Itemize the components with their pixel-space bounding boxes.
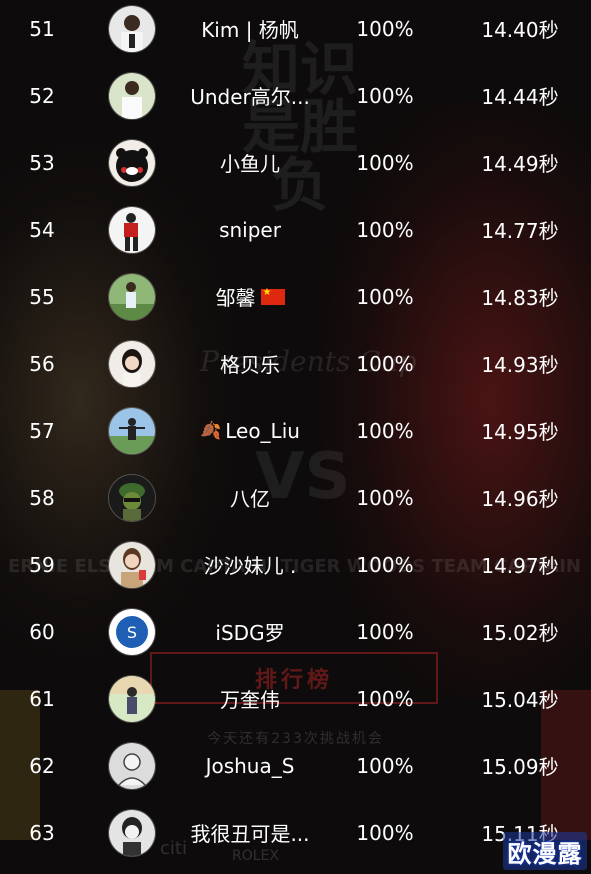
leaderboard-row[interactable]: 57 🍂 Leo_Liu 100% 14.95秒: [0, 397, 591, 464]
player-name-text: 万奎伟: [220, 688, 280, 712]
leaderboard-row[interactable]: 62 Joshua_S 100% 15.09秒: [0, 732, 591, 799]
rank-number: 53: [29, 150, 55, 175]
player-name-text: Leo_Liu: [225, 418, 300, 443]
leaderboard-row[interactable]: 51 Kim | 杨帆 100% 14.40秒: [0, 0, 591, 62]
avatar[interactable]: [108, 71, 156, 120]
rank-number: 61: [29, 686, 55, 711]
completion-time: 14.96秒: [481, 487, 559, 511]
rank-number: 60: [29, 619, 55, 644]
watermark: 欧漫露: [503, 832, 587, 870]
accuracy-percent: 100%: [356, 619, 414, 644]
accuracy-percent: 100%: [356, 552, 414, 577]
completion-time: 14.44秒: [481, 85, 559, 109]
rank-number: 58: [29, 485, 55, 510]
completion-time: 14.93秒: [481, 353, 559, 377]
leaderboard-row[interactable]: 53 小鱼儿 100% 14.49秒: [0, 129, 591, 196]
player-name-text: 我很丑可是...: [190, 822, 310, 846]
player-name-text: 八亿: [230, 487, 270, 511]
leaderboard-row[interactable]: 54 sniper 100% 14.77秒: [0, 196, 591, 263]
avatar[interactable]: [108, 808, 156, 857]
accuracy-percent: 100%: [356, 418, 414, 443]
player-name: Under高尔...: [160, 62, 340, 129]
completion-time: 15.09秒: [481, 755, 559, 779]
leaderboard-row[interactable]: 61 万奎伟 100% 15.04秒: [0, 665, 591, 732]
rank-number: 54: [29, 217, 55, 242]
accuracy-percent: 100%: [356, 150, 414, 175]
player-name: iSDG罗: [160, 598, 340, 665]
leaderboard-row[interactable]: 59 沙沙妹儿 . 100% 14.97秒: [0, 531, 591, 598]
rank-number: 56: [29, 351, 55, 376]
accuracy-percent: 100%: [356, 284, 414, 309]
player-name: 邹馨: [160, 263, 340, 330]
player-name-text: sniper: [219, 217, 281, 242]
avatar[interactable]: [108, 674, 156, 723]
rank-number: 51: [29, 16, 55, 41]
completion-time: 15.04秒: [481, 688, 559, 712]
rank-number: 62: [29, 753, 55, 778]
player-name-text: Kim | 杨帆: [201, 18, 299, 42]
rank-number: 57: [29, 418, 55, 443]
completion-time: 14.95秒: [481, 420, 559, 444]
completion-time: 14.49秒: [481, 152, 559, 176]
accuracy-percent: 100%: [356, 16, 414, 41]
svg-text:S: S: [127, 623, 137, 642]
player-name: 小鱼儿: [160, 129, 340, 196]
accuracy-percent: 100%: [356, 820, 414, 845]
avatar[interactable]: [108, 138, 156, 187]
player-name: sniper: [160, 196, 340, 263]
completion-time: 14.40秒: [481, 18, 559, 42]
leaderboard-row[interactable]: 55 邹馨 100% 14.83秒: [0, 263, 591, 330]
accuracy-percent: 100%: [356, 83, 414, 108]
avatar[interactable]: S: [108, 607, 156, 656]
player-name: 万奎伟: [160, 665, 340, 732]
avatar[interactable]: [108, 540, 156, 589]
player-name-text: iSDG罗: [215, 621, 285, 645]
avatar[interactable]: [108, 4, 156, 53]
player-name: Kim | 杨帆: [160, 0, 340, 62]
avatar[interactable]: [108, 272, 156, 321]
avatar[interactable]: [108, 205, 156, 254]
accuracy-percent: 100%: [356, 753, 414, 778]
player-name-text: 格贝乐: [220, 353, 280, 377]
completion-time: 14.83秒: [481, 286, 559, 310]
player-name-text: Joshua_S: [205, 753, 295, 778]
player-name-text: Under高尔...: [190, 85, 310, 109]
leaderboard-row[interactable]: 56 格贝乐 100% 14.93秒: [0, 330, 591, 397]
leaderboard-row[interactable]: 58 八亿 100% 14.96秒: [0, 464, 591, 531]
avatar[interactable]: [108, 741, 156, 790]
player-name: 格贝乐: [160, 330, 340, 397]
accuracy-percent: 100%: [356, 485, 414, 510]
player-name: 八亿: [160, 464, 340, 531]
avatar[interactable]: [108, 339, 156, 388]
player-name: 沙沙妹儿 .: [160, 531, 340, 598]
avatar[interactable]: [108, 473, 156, 522]
leaf-icon: 🍂: [200, 420, 222, 441]
completion-time: 14.77秒: [481, 219, 559, 243]
leaderboard-row[interactable]: 52 Under高尔... 100% 14.44秒: [0, 62, 591, 129]
completion-time: 15.02秒: [481, 621, 559, 645]
rank-number: 63: [29, 820, 55, 845]
china-flag-icon: [260, 287, 285, 305]
player-name: 我很丑可是...: [160, 799, 340, 866]
leaderboard-row[interactable]: 60 SiSDG罗 100% 15.02秒: [0, 598, 591, 665]
rank-number: 59: [29, 552, 55, 577]
accuracy-percent: 100%: [356, 217, 414, 242]
accuracy-percent: 100%: [356, 351, 414, 376]
completion-time: 14.97秒: [481, 554, 559, 578]
accuracy-percent: 100%: [356, 686, 414, 711]
player-name-text: 沙沙妹儿 .: [203, 554, 297, 578]
player-name-text: 邹馨: [215, 286, 256, 310]
avatar[interactable]: [108, 406, 156, 455]
player-name-text: 小鱼儿: [220, 152, 280, 176]
rank-number: 52: [29, 83, 55, 108]
player-name: 🍂 Leo_Liu: [160, 397, 340, 464]
rank-number: 55: [29, 284, 55, 309]
player-name: Joshua_S: [160, 732, 340, 799]
